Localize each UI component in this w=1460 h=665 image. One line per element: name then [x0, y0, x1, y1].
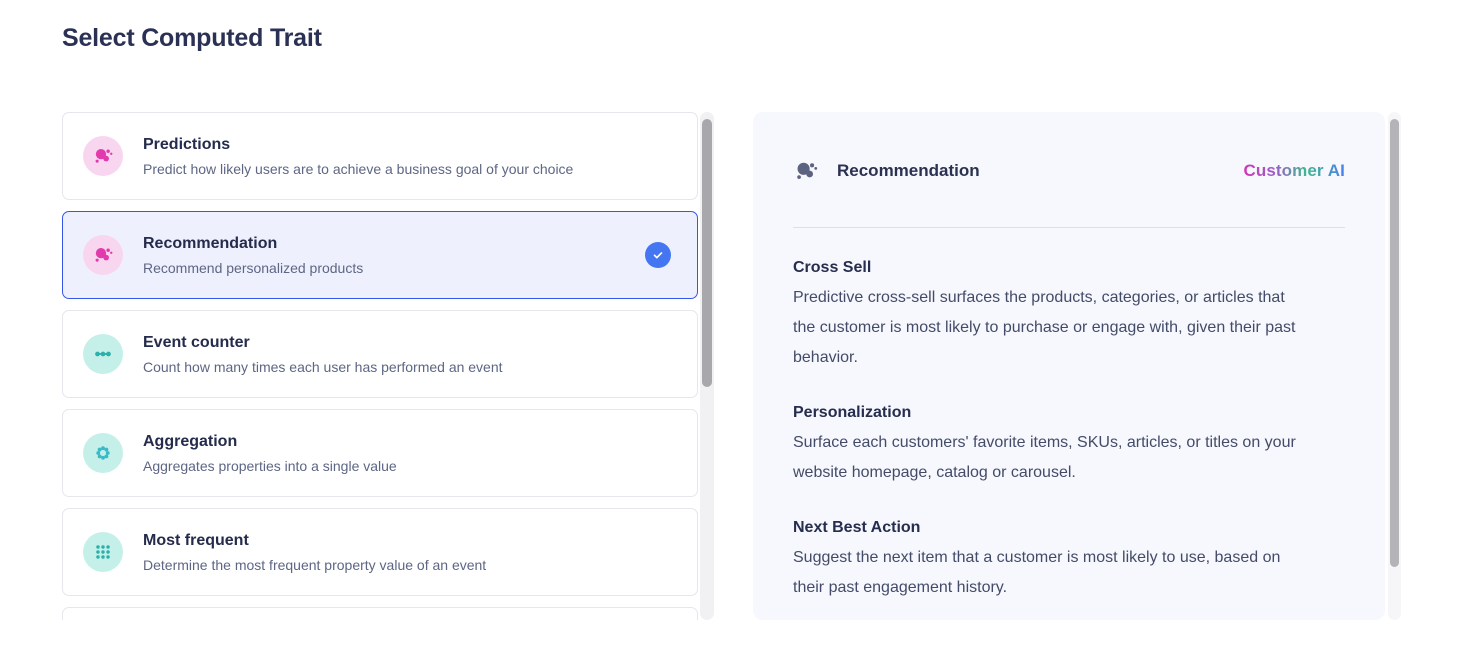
- section-heading: Next Best Action: [793, 517, 1305, 539]
- section-heading: Cross Sell: [793, 257, 1305, 279]
- trait-title: Most frequent: [143, 531, 486, 551]
- section-body: Surface each customers' favorite items, …: [793, 428, 1305, 488]
- trait-title: Predictions: [143, 135, 573, 155]
- trait-text: Most frequent Determine the most frequent…: [143, 531, 486, 574]
- grid-dots-icon: [83, 532, 123, 572]
- trait-list: Predictions Predict how likely users are …: [62, 112, 698, 620]
- beads-icon: [83, 334, 123, 374]
- trait-description: Aggregates properties into a single valu…: [143, 457, 397, 475]
- list-item-most-frequent[interactable]: Most frequent Determine the most frequent…: [62, 508, 698, 596]
- detail-header: Recommendation Customer AI: [753, 112, 1385, 184]
- detail-scrollbar-thumb[interactable]: [1390, 119, 1399, 567]
- trait-description: Predict how likely users are to achieve …: [143, 160, 573, 178]
- trait-text: Predictions Predict how likely users are …: [143, 135, 573, 178]
- splat-icon: [793, 158, 819, 184]
- list-scrollbar-track[interactable]: [700, 112, 714, 620]
- detail-scrollbar-track[interactable]: [1388, 112, 1401, 620]
- trait-title: Aggregation: [143, 432, 397, 452]
- detail-section-personalization: Personalization Surface each customers' f…: [793, 402, 1305, 488]
- header-divider: [793, 227, 1345, 228]
- trait-text: Event counter Count how many times each u…: [143, 333, 503, 376]
- splat-icon: [83, 235, 123, 275]
- check-icon: [645, 242, 671, 268]
- customer-ai-badge: Customer AI: [1243, 161, 1345, 181]
- detail-panel: Recommendation Customer AI Cross Sell Pre…: [753, 112, 1385, 620]
- detail-section-cross-sell: Cross Sell Predictive cross-sell surfaces…: [793, 257, 1305, 373]
- list-item-recommendation[interactable]: Recommendation Recommend personalized pro…: [62, 211, 698, 299]
- list-item-predictions[interactable]: Predictions Predict how likely users are …: [62, 112, 698, 200]
- trait-text: Recommendation Recommend personalized pro…: [143, 234, 363, 277]
- list-item-aggregation[interactable]: Aggregation Aggregates properties into a …: [62, 409, 698, 497]
- list-item-event-counter[interactable]: Event counter Count how many times each u…: [62, 310, 698, 398]
- detail-title: Recommendation: [837, 161, 980, 181]
- splat-icon: [83, 136, 123, 176]
- trait-text: Aggregation Aggregates properties into a …: [143, 432, 397, 475]
- section-body: Suggest the next item that a customer is…: [793, 543, 1305, 603]
- section-heading: Personalization: [793, 402, 1305, 424]
- trait-description: Recommend personalized products: [143, 259, 363, 277]
- list-item-partial[interactable]: [62, 607, 698, 620]
- page-title: Select Computed Trait: [62, 24, 322, 53]
- detail-sections: Cross Sell Predictive cross-sell surfaces…: [753, 257, 1385, 603]
- trait-title: Event counter: [143, 333, 503, 353]
- section-body: Predictive cross-sell surfaces the produ…: [793, 283, 1305, 373]
- ring-dots-icon: [83, 433, 123, 473]
- trait-title: Recommendation: [143, 234, 363, 254]
- list-scrollbar-thumb[interactable]: [702, 119, 712, 387]
- detail-section-next-best-action: Next Best Action Suggest the next item th…: [793, 517, 1305, 603]
- trait-description: Determine the most frequent property val…: [143, 556, 486, 574]
- trait-description: Count how many times each user has perfo…: [143, 358, 503, 376]
